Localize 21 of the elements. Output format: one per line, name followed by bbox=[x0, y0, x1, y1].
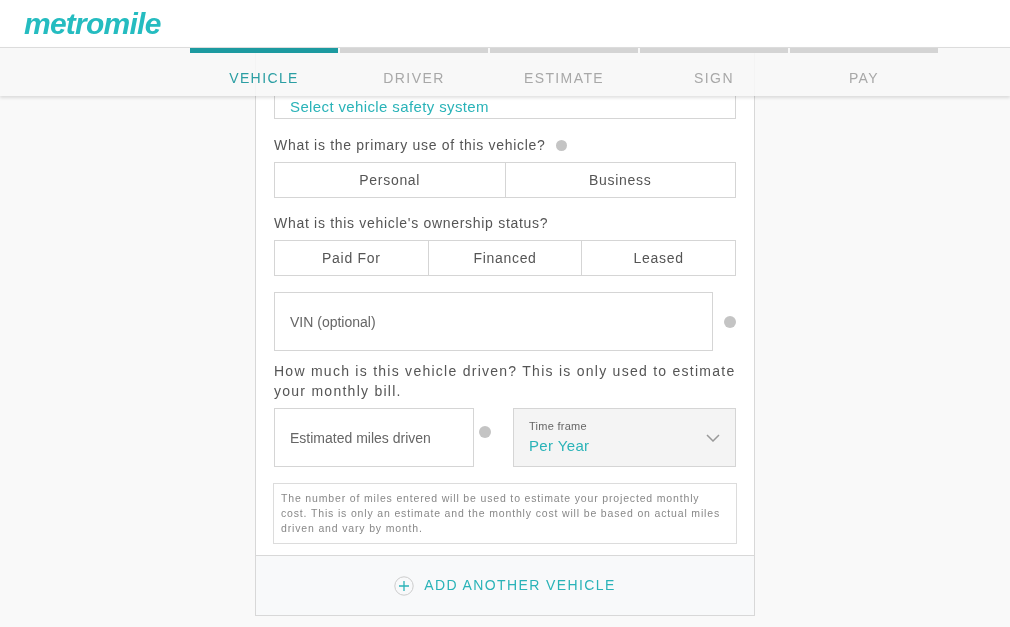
time-frame-dropdown[interactable]: Time frame Per Year bbox=[512, 408, 736, 467]
option-button[interactable]: Business bbox=[504, 162, 736, 198]
select-value: Select vehicle safety system bbox=[290, 97, 489, 117]
add-vehicle-button[interactable]: ADD ANOTHER VEHICLE bbox=[256, 555, 754, 615]
plus-circle-icon bbox=[394, 575, 415, 596]
note-text: The number of miles entered will be used to estimate your projected monthly cost. This is only an estimate and the monthly cost will be based on actual miles driven and vary by month. bbox=[273, 483, 737, 544]
option-button[interactable]: Leased bbox=[581, 240, 736, 276]
question-label: What is this vehicle's ownership status? bbox=[274, 214, 550, 233]
miles-field[interactable]: Estimated miles driven bbox=[274, 408, 474, 467]
dropdown-value: Per Year bbox=[528, 435, 590, 456]
logo[interactable]: metromile bbox=[24, 8, 161, 39]
question-label: What is the primary use of this vehicle? bbox=[274, 136, 546, 155]
vin-field[interactable]: VIN (optional) bbox=[274, 292, 713, 351]
step-tab[interactable]: PAY bbox=[790, 48, 938, 95]
option-button[interactable]: Paid For bbox=[274, 240, 429, 276]
chevron-down-icon bbox=[706, 433, 720, 442]
dropdown-label: Time frame bbox=[528, 419, 588, 434]
question-label: How much is this vehicle driven? This is only used to estimate your monthly bill. bbox=[274, 362, 736, 401]
select-field[interactable]: Select vehicle safety system bbox=[274, 96, 736, 119]
option-button[interactable]: Personal bbox=[274, 162, 506, 198]
option-button[interactable]: Financed bbox=[427, 240, 583, 276]
